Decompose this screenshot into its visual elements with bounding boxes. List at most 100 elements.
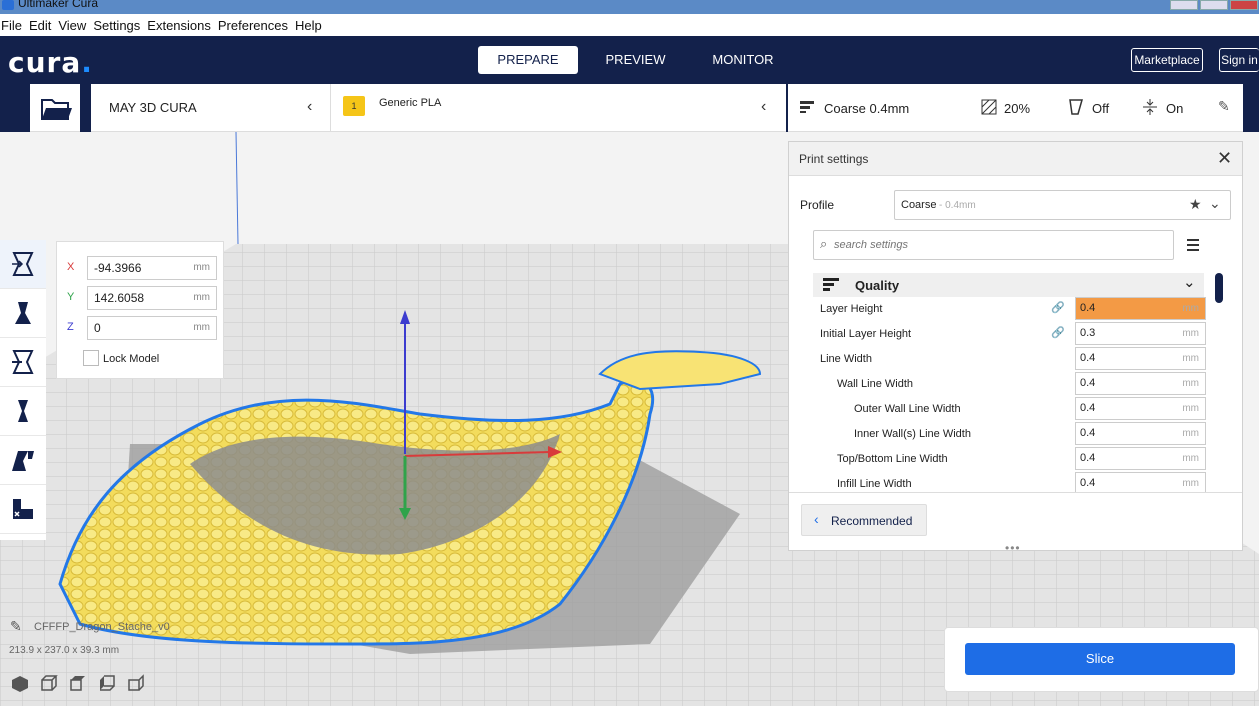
setting-value: 0.4 [1080,302,1096,314]
folder-icon [41,99,72,120]
x-axis-label: X [67,261,75,273]
object-name: CFFFP_Dragon_Stache_v0 [34,621,170,633]
z-coordinate-row: Z 0 mm [65,316,217,340]
machine-selector[interactable]: MAY 3D CURA ‹ [91,84,331,132]
mirror-icon [18,400,28,422]
adhesion-icon [1143,99,1157,115]
setting-unit: mm [1182,353,1199,364]
print-setup-selector[interactable]: Coarse 0.4mm 20% Off On ✎ [788,84,1243,132]
menu-preferences[interactable]: Preferences [217,18,288,33]
support-blocker-icon [13,499,33,519]
link-icon: 🔗 [1051,301,1065,314]
rotate-tool[interactable] [0,338,46,387]
y-axis-label: Y [67,291,75,303]
support-icon [1069,99,1083,115]
view-orientation-controls [10,674,146,692]
adhesion-summary: On [1166,101,1184,116]
recommended-label: Recommended [831,514,913,528]
menu-settings[interactable]: Settings [92,18,140,33]
minimize-button[interactable] [1170,0,1198,10]
move-tool[interactable] [0,240,46,289]
slice-button[interactable]: Slice [965,643,1235,675]
setting-value-input[interactable]: 0.3 mm [1075,322,1206,345]
left-view-icon[interactable] [97,674,117,692]
per-model-settings-icon [12,451,34,471]
y-value: 142.6058 [94,291,145,305]
menu-edit[interactable]: Edit [28,18,51,33]
scale-icon [15,302,31,324]
close-window-button[interactable] [1230,0,1258,10]
scale-tool[interactable] [0,289,46,338]
setting-value-input[interactable]: 0.4 mm [1075,472,1206,492]
setting-value-input[interactable]: 0.4 mm [1075,372,1206,395]
setting-value: 0.4 [1080,477,1096,489]
menu-extensions[interactable]: Extensions [146,18,211,33]
chevron-left-icon: ‹ [761,98,767,115]
object-dimensions: 213.9 x 237.0 x 39.3 mm [9,645,120,656]
setting-unit: mm [1182,453,1199,464]
marketplace-button[interactable]: Marketplace [1131,48,1203,72]
setting-label: Layer Height [820,303,883,315]
setting-unit: mm [1182,478,1199,489]
setting-value-input[interactable]: 0.4 mm [1075,447,1206,470]
setting-value-input[interactable]: 0.4 mm [1075,422,1206,445]
recommended-button[interactable]: ‹ Recommended [801,504,927,536]
setting-value: 0.4 [1080,377,1096,389]
maximize-button[interactable] [1200,0,1228,10]
support-blocker-tool[interactable] [0,485,46,534]
menu-view[interactable]: View [57,18,86,33]
mirror-tool[interactable] [0,387,46,436]
setting-label: Outer Wall Line Width [854,403,961,415]
resize-handle[interactable]: ••• [1005,541,1021,555]
x-coordinate-input[interactable]: -94.3966 mm [87,256,217,280]
setting-unit: mm [1182,378,1199,389]
y-coordinate-row: Y 142.6058 mm [65,286,217,310]
setting-value-input[interactable]: 0.4 mm [1075,397,1206,420]
setting-value: 0.4 [1080,452,1096,464]
per-model-settings-tool[interactable] [0,436,46,485]
window-titlebar: Ultimaker Cura [0,0,1259,14]
x-coordinate-row: X -94.3966 mm [65,256,217,280]
front-view-icon[interactable] [39,674,59,692]
lock-model-label: Lock Model [103,353,160,365]
setting-value: 0.4 [1080,352,1096,364]
infill-icon [981,99,997,115]
menu-help[interactable]: Help [294,18,322,33]
setting-unit: mm [1182,328,1199,339]
y-coordinate-input[interactable]: 142.6058 mm [87,286,217,310]
setting-row: Line Width 0.4 mm [820,347,1206,371]
top-view-icon[interactable] [68,674,88,692]
right-view-icon[interactable] [126,674,146,692]
setting-value-input[interactable]: 0.4 mm [1075,347,1206,370]
close-icon[interactable]: ✕ [1217,148,1232,169]
setting-row: Infill Line Width 0.4 mm [821,472,1206,492]
chevron-left-icon: ‹ [814,511,819,527]
setting-unit: mm [1182,303,1199,314]
rotate-icon [12,350,34,374]
tab-preview[interactable]: PREVIEW [588,46,683,74]
menu-file[interactable]: File [0,18,22,33]
slice-panel: Slice [944,627,1259,692]
window-title: Ultimaker Cura [18,0,99,10]
link-icon: 🔗 [1051,326,1065,339]
setting-value: 0.4 [1080,427,1096,439]
setting-value-input[interactable]: 0.4 mm [1075,297,1206,320]
material-name: Generic PLA [379,97,442,109]
setting-label: Top/Bottom Line Width [837,453,948,465]
sign-in-button[interactable]: Sign in [1219,48,1259,72]
z-axis-label: Z [67,321,74,333]
z-value: 0 [94,321,101,335]
3d-view-icon[interactable] [10,674,30,692]
material-selector[interactable]: 1 Generic PLA ‹ [331,84,786,132]
setting-row: Inner Wall(s) Line Width 0.4 mm [821,422,1206,446]
edit-name-pencil-icon[interactable]: ✎ [10,618,22,635]
z-unit: mm [193,322,210,333]
setting-row: Top/Bottom Line Width 0.4 mm [821,447,1206,471]
tab-monitor[interactable]: MONITOR [694,46,792,74]
open-file-button[interactable] [30,84,80,132]
cura-app-icon [2,0,14,10]
tab-prepare[interactable]: PREPARE [478,46,578,74]
lock-model-checkbox[interactable] [83,350,99,366]
z-coordinate-input[interactable]: 0 mm [87,316,217,340]
setting-label: Initial Layer Height [820,328,912,340]
